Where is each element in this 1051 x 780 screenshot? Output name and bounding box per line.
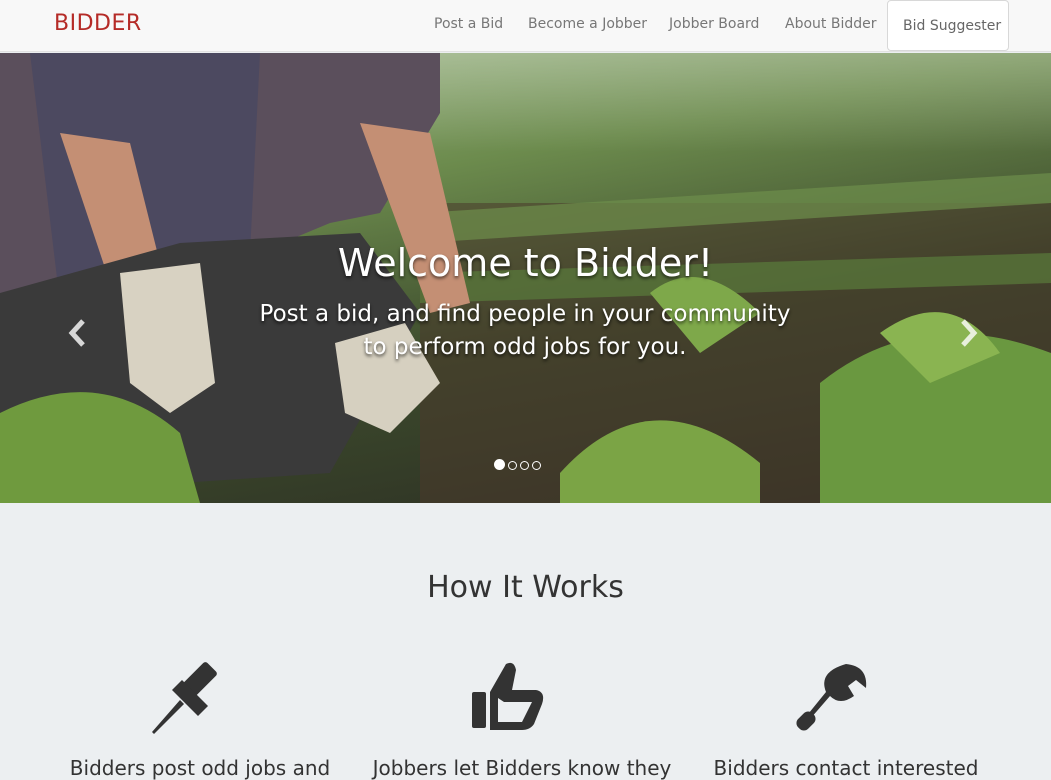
carousel-next-button[interactable] <box>958 318 980 356</box>
carousel-prev-button[interactable] <box>66 318 88 356</box>
pushpin-icon <box>152 662 217 734</box>
hero-carousel: Welcome to Bidder! Post a bid, and find … <box>0 53 1051 503</box>
carousel-indicator-4[interactable] <box>532 461 541 470</box>
nav-bid-suggester[interactable]: Bid Suggester <box>887 0 1009 51</box>
feature-text-2: Jobbers let Bidders know they <box>372 756 672 780</box>
carousel-indicator-2[interactable] <box>508 461 517 470</box>
brand-logo[interactable]: BIDDER <box>54 11 142 36</box>
carousel-indicator-3[interactable] <box>520 461 529 470</box>
how-it-works-title: How It Works <box>427 570 624 605</box>
nav-jobber-board[interactable]: Jobber Board <box>669 16 759 32</box>
carousel-indicators <box>494 455 544 474</box>
carousel-indicator-1[interactable] <box>494 459 505 470</box>
feature-text-1: Bidders post odd jobs and <box>69 756 331 780</box>
nav-about-bidder[interactable]: About Bidder <box>785 16 876 32</box>
wrench-icon <box>796 664 867 731</box>
thumbs-up-icon <box>472 662 544 730</box>
hero-subtitle: Post a bid, and find people in your comm… <box>259 301 791 360</box>
navbar: BIDDER Post a Bid Become a Jobber Jobber… <box>0 0 1051 52</box>
chevron-left-icon <box>68 319 85 347</box>
nav-post-a-bid[interactable]: Post a Bid <box>434 16 503 32</box>
chevron-right-icon <box>961 319 978 347</box>
nav-become-a-jobber[interactable]: Become a Jobber <box>528 16 647 32</box>
hero-title: Welcome to Bidder! <box>337 241 714 285</box>
feature-text-3: Bidders contact interested <box>713 756 979 780</box>
